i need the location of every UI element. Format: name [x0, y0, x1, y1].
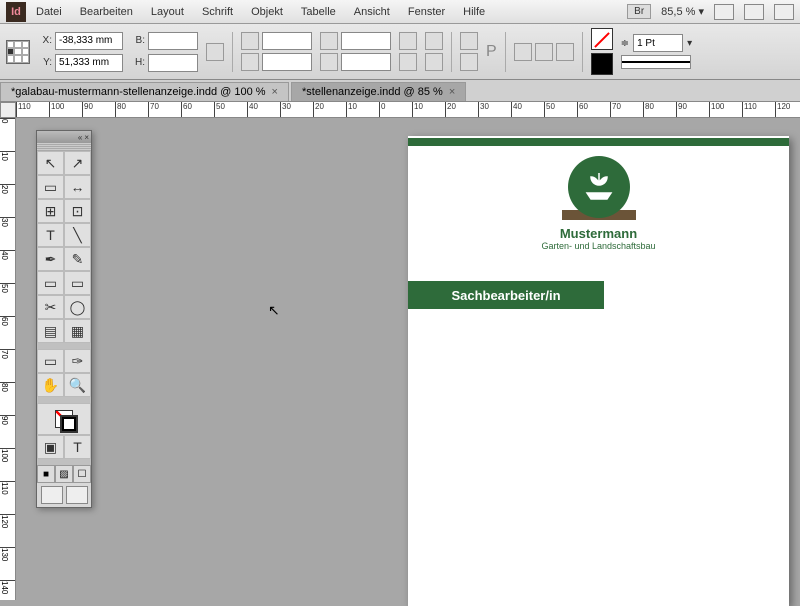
menu-fenster[interactable]: Fenster	[408, 6, 445, 18]
page-tool[interactable]: ▭	[37, 175, 64, 199]
normal-view-icon[interactable]	[41, 486, 63, 504]
rectangle-frame-tool[interactable]: ▭	[37, 271, 64, 295]
h-input[interactable]	[148, 54, 198, 72]
panel-grip[interactable]	[37, 143, 91, 151]
rotate-input[interactable]	[341, 32, 391, 50]
eyedropper-tool[interactable]: ✑	[64, 349, 91, 373]
rotate-ccw-icon[interactable]	[399, 53, 417, 71]
company-name: Mustermann	[408, 226, 789, 241]
scissors-tool[interactable]: ✂	[37, 295, 64, 319]
control-bar: X: Y: B: H: P ≑▾	[0, 24, 800, 80]
type-tool[interactable]: T	[37, 223, 64, 247]
select-content-icon[interactable]	[460, 53, 478, 71]
scale-x-input[interactable]	[262, 32, 312, 50]
apply-none-icon[interactable]: ☐	[73, 465, 91, 483]
y-input[interactable]	[55, 54, 123, 72]
menu-hilfe[interactable]: Hilfe	[463, 6, 485, 18]
menu-schrift[interactable]: Schrift	[202, 6, 233, 18]
paragraph-icon[interactable]: P	[486, 43, 497, 61]
reference-point-grid[interactable]	[6, 40, 30, 64]
menu-objekt[interactable]: Objekt	[251, 6, 283, 18]
close-icon[interactable]: ×	[449, 86, 455, 98]
page-top-bar	[408, 138, 789, 146]
arrange-icon[interactable]	[774, 4, 794, 20]
content-placer-tool[interactable]: ⊡	[64, 199, 91, 223]
close-icon[interactable]: ×	[84, 133, 89, 142]
ruler-origin[interactable]	[0, 102, 16, 118]
app-logo: Id	[6, 2, 26, 22]
job-title-bar: Sachbearbeiter/in	[408, 281, 604, 309]
pen-tool[interactable]: ✒	[37, 247, 64, 271]
gradient-swatch-tool[interactable]: ▤	[37, 319, 64, 343]
stroke-style-dropdown[interactable]	[621, 55, 691, 69]
vertical-ruler[interactable]: 0102030405060708090100110120130140	[0, 118, 16, 600]
fill-none-indicator[interactable]	[591, 28, 613, 50]
w-label: B:	[131, 35, 145, 46]
fill-stroke-swatch[interactable]	[37, 403, 91, 435]
close-icon[interactable]: ×	[272, 86, 278, 98]
direct-selection-tool[interactable]: ↗	[64, 151, 91, 175]
doc-tab-1[interactable]: *galabau-mustermann-stellenanzeige.indd …	[0, 82, 289, 101]
scale-y-input[interactable]	[262, 53, 312, 71]
pathfinder-1-icon[interactable]	[514, 43, 532, 61]
y-label: Y:	[38, 57, 52, 68]
company-logo-icon	[568, 156, 630, 218]
h-label: H:	[131, 57, 145, 68]
selection-tool[interactable]: ↖	[37, 151, 64, 175]
menu-ansicht[interactable]: Ansicht	[354, 6, 390, 18]
shear-input[interactable]	[341, 53, 391, 71]
constrain-icon[interactable]	[206, 43, 224, 61]
x-input[interactable]	[55, 32, 123, 50]
document-tabs: *galabau-mustermann-stellenanzeige.indd …	[0, 80, 800, 102]
view-options-icon[interactable]	[714, 4, 734, 20]
horizontal-ruler[interactable]: 1101009080706050403020100102030405060708…	[16, 102, 800, 118]
rotate-icon[interactable]	[320, 32, 338, 50]
menu-tabelle[interactable]: Tabelle	[301, 6, 336, 18]
menu-layout[interactable]: Layout	[151, 6, 184, 18]
rectangle-tool[interactable]: ▭	[64, 271, 91, 295]
format-container-icon[interactable]: ▣	[37, 435, 64, 459]
content-collector-tool[interactable]: ⊞	[37, 199, 64, 223]
flip-h-icon[interactable]	[425, 32, 443, 50]
canvas-area[interactable]: Mustermann Garten- und Landschaftsbau Sa…	[16, 118, 800, 600]
w-input[interactable]	[148, 32, 198, 50]
gap-tool[interactable]: ↔	[64, 175, 91, 199]
flip-v-icon[interactable]	[425, 53, 443, 71]
apply-gradient-icon[interactable]: ▨	[55, 465, 73, 483]
apply-color-icon[interactable]: ■	[37, 465, 55, 483]
stroke-indicator[interactable]	[591, 53, 613, 75]
preview-view-icon[interactable]	[66, 486, 88, 504]
doc-tab-2[interactable]: *stellenanzeige.indd @ 85 %×	[291, 82, 466, 101]
line-tool[interactable]: ╲	[64, 223, 91, 247]
document-page[interactable]: Mustermann Garten- und Landschaftsbau Sa…	[408, 136, 789, 606]
pencil-tool[interactable]: ✎	[64, 247, 91, 271]
bridge-button[interactable]: Br	[627, 4, 651, 19]
shear-icon[interactable]	[320, 53, 338, 71]
screen-mode-icon[interactable]	[744, 4, 764, 20]
pathfinder-3-icon[interactable]	[556, 43, 574, 61]
zoom-tool[interactable]: 🔍	[64, 373, 91, 397]
menu-bearbeiten[interactable]: Bearbeiten	[80, 6, 133, 18]
tools-panel: «× ↖ ↗ ▭ ↔ ⊞ ⊡ T ╲ ✒ ✎ ▭ ▭ ✂ ◯ ▤ ▦ ▭ ✑ ✋…	[36, 130, 92, 508]
gradient-feather-tool[interactable]: ▦	[64, 319, 91, 343]
free-transform-tool[interactable]: ◯	[64, 295, 91, 319]
menu-bar: Id Datei Bearbeiten Layout Schrift Objek…	[0, 0, 800, 24]
hand-tool[interactable]: ✋	[37, 373, 64, 397]
x-label: X:	[38, 35, 52, 46]
rotate-cw-icon[interactable]	[399, 32, 417, 50]
scale-y-icon[interactable]	[241, 53, 259, 71]
stroke-weight-input[interactable]	[633, 34, 683, 52]
menu-datei[interactable]: Datei	[36, 6, 62, 18]
note-tool[interactable]: ▭	[37, 349, 64, 373]
company-subtitle: Garten- und Landschaftsbau	[408, 241, 789, 251]
scale-x-icon[interactable]	[241, 32, 259, 50]
select-container-icon[interactable]	[460, 32, 478, 50]
pathfinder-2-icon[interactable]	[535, 43, 553, 61]
collapse-icon[interactable]: «	[78, 133, 82, 142]
zoom-dropdown[interactable]: 85,5 % ▾	[661, 5, 704, 18]
format-text-icon[interactable]: T	[64, 435, 91, 459]
